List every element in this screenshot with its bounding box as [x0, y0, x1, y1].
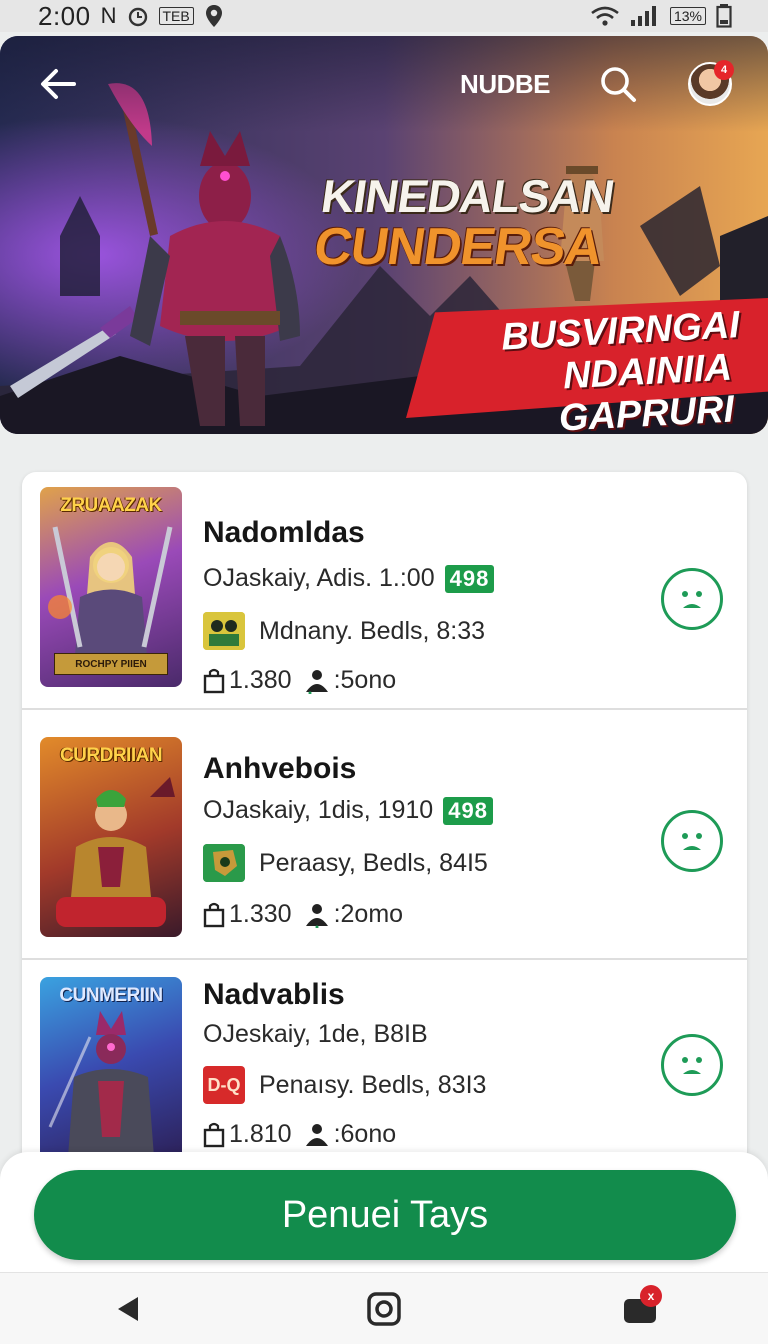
developer-icon	[203, 844, 245, 882]
thumbnail-caption: ROCHPY PIIEN	[54, 653, 168, 675]
game-meta-text: OJeskaiy, 1de, B8IB	[203, 1020, 428, 1048]
bag-icon	[203, 668, 225, 693]
game-developer: Peraasy, Bedls, 84I5	[203, 844, 488, 882]
game-stats: 1.810 :6ono	[203, 1120, 396, 1149]
developer-icon	[203, 612, 245, 650]
game-meta: OJaskaiy, 1dis, 1910 498	[203, 796, 493, 825]
hero-title: KINEDALSAN CUNDERSA	[310, 170, 618, 276]
developer-text: Penaısy. Bedls, 83I3	[259, 1070, 487, 1099]
thumbnail-title: ZRUAAZAK	[60, 495, 162, 516]
game-row[interactable]: CURDRIIAN Anhvebois OJaskaiy, 1dis, 1910…	[22, 722, 747, 960]
game-thumbnail: CURDRIIAN	[40, 737, 182, 937]
developer-text: Mdnany. Bedls, 8:33	[259, 616, 486, 645]
sad-face-icon	[682, 591, 702, 608]
person-icon	[305, 903, 328, 928]
bottom-sheet: Penuei Tays	[0, 1152, 768, 1272]
system-nav-bar: x	[0, 1272, 768, 1344]
downloads-stat: 1.380	[203, 666, 292, 695]
game-meta: OJeskaiy, 1de, B8IB	[203, 1020, 428, 1049]
location-icon	[205, 5, 222, 27]
sad-face-icon	[682, 1057, 702, 1074]
game-meta-text: OJaskaiy, 1dis, 1910	[203, 796, 434, 824]
reaction-button[interactable]	[661, 1034, 723, 1096]
developer-text: Peraasy, Bedls, 84I5	[259, 848, 488, 877]
battery-icon	[716, 4, 732, 28]
bag-icon	[203, 902, 225, 927]
developer-logo-text: D-Q	[207, 1074, 241, 1095]
person-icon	[305, 1123, 328, 1146]
hero-top-bar: NUDBE 4	[0, 36, 768, 132]
status-left: 2:00 N TEB	[38, 1, 224, 32]
game-thumbnail: CUNMERIIN	[40, 977, 182, 1172]
hero-ribbon-text: BUSVIRNGAI NDAINIIA GAPRURI	[417, 303, 763, 434]
profile-button[interactable]: 4	[686, 60, 734, 108]
nav-home-button[interactable]	[354, 1279, 414, 1339]
status-box-label: TEB	[158, 7, 194, 25]
hero-title-line-1: KINEDALSAN	[318, 170, 618, 222]
arrow-left-icon	[41, 69, 76, 99]
person-icon	[305, 669, 328, 694]
sad-face-icon	[682, 833, 702, 850]
players-count: :6ono	[333, 1120, 397, 1148]
game-developer: Mdnany. Bedls, 8:33	[203, 612, 485, 650]
nav-badge: x	[640, 1284, 662, 1307]
developer-logo-icon	[203, 612, 245, 650]
thumbnail-art	[56, 777, 175, 927]
status-bar: 2:00 N TEB 13%	[0, 0, 768, 32]
players-count: :2omo	[333, 900, 404, 928]
downloads-stat: 1.810	[203, 1120, 292, 1149]
game-meta: OJaskaiy, Adis. 1.:00 498	[203, 564, 495, 593]
game-row[interactable]: CUNMERIIN Nadvablis OJeskaiy, 1de, B8IB …	[22, 962, 747, 1172]
nav-home-icon	[367, 1291, 401, 1326]
status-time: 2:00	[38, 0, 91, 31]
players-stat: :6ono	[304, 1120, 397, 1149]
game-developer: D-Q Penaısy. Bedls, 83I3	[203, 1066, 486, 1104]
score-badge: 498	[444, 564, 495, 593]
game-stats: 1.380 :5ono	[203, 666, 396, 695]
avatar: 4	[688, 60, 734, 106]
wifi-icon	[591, 6, 619, 26]
game-thumbnail: ZRUAAZAK ROCHPY PIIEN	[40, 487, 182, 687]
players-stat: :2omo	[304, 900, 403, 929]
hero-title-line-2: CUNDERSA	[310, 218, 606, 276]
game-title: Nadomldas	[203, 516, 365, 549]
developer-logo-icon	[203, 844, 245, 882]
brand-label[interactable]: NUDBE	[460, 69, 550, 100]
thumbnail-title: CURDRIIAN	[59, 745, 163, 766]
nav-back-icon	[118, 1296, 138, 1321]
reaction-button[interactable]	[661, 568, 723, 630]
game-title: Nadvablis	[203, 978, 345, 1011]
status-right: 13%	[590, 4, 732, 28]
game-stats: 1.330 :2omo	[203, 900, 403, 929]
back-button[interactable]	[36, 62, 80, 106]
nav-recents-button[interactable]: x	[610, 1279, 670, 1339]
players-stat: :5ono	[304, 666, 397, 695]
battery-percent: 13%	[669, 7, 706, 25]
thumbnail-title: CUNMERIIN	[59, 985, 163, 1006]
carrier-icon: N	[100, 3, 117, 28]
notification-badge: 4	[714, 60, 734, 80]
hero-actions: NUDBE 4	[460, 60, 734, 108]
players-count: :5ono	[333, 666, 397, 694]
game-row[interactable]: ZRUAAZAK ROCHPY PIIEN Nadomldas OJaskaiy…	[22, 472, 747, 710]
nav-back-button[interactable]	[98, 1279, 158, 1339]
signal-icon	[630, 6, 656, 26]
game-list: ZRUAAZAK ROCHPY PIIEN Nadomldas OJaskaiy…	[22, 472, 747, 1172]
primary-cta-button[interactable]: Penuei Tays	[34, 1170, 736, 1260]
hero-banner[interactable]: NUDBE 4 KINEDALSAN CUNDERSA BUSVIRNGAI N…	[0, 36, 768, 434]
downloads-count: 1.810	[229, 1120, 292, 1148]
downloads-stat: 1.330	[203, 900, 292, 929]
reaction-button[interactable]	[661, 810, 723, 872]
bag-icon	[203, 1122, 225, 1147]
score-badge: 498	[443, 796, 493, 825]
developer-icon: D-Q	[203, 1066, 245, 1104]
game-title: Anhvebois	[203, 752, 357, 785]
downloads-count: 1.380	[229, 666, 292, 694]
search-icon	[601, 67, 636, 102]
downloads-count: 1.330	[229, 900, 292, 928]
search-button[interactable]	[594, 60, 642, 108]
game-meta-text: OJaskaiy, Adis. 1.:00	[203, 564, 435, 592]
alarm-icon	[128, 7, 147, 27]
